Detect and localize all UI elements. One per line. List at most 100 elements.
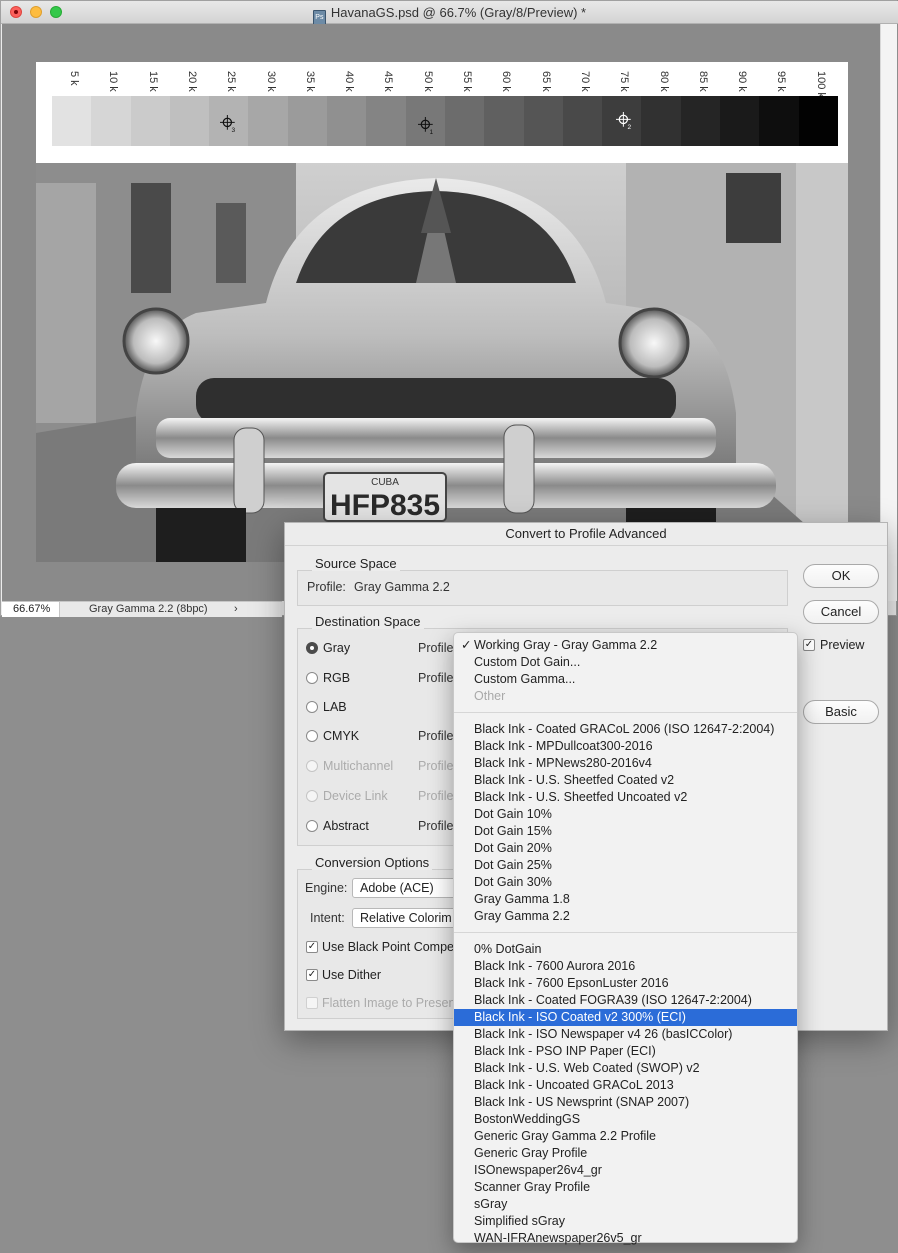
engine-label: Engine: — [305, 881, 348, 895]
preview-label: Preview — [820, 638, 865, 652]
checkmark-icon: ✓ — [461, 638, 472, 652]
menu-item[interactable]: Gray Gamma 2.2 — [454, 908, 797, 925]
menu-item-label: Gray Gamma 1.8 — [474, 892, 570, 906]
radio-lab[interactable] — [306, 701, 318, 713]
menu-item[interactable]: Black Ink - U.S. Sheetfed Coated v2 — [454, 772, 797, 789]
menu-item[interactable]: Black Ink - U.S. Web Coated (SWOP) v2 — [454, 1060, 797, 1077]
window-title-text: HavanaGS.psd @ 66.7% (Gray/8/Preview) * — [330, 5, 587, 20]
menu-item[interactable]: Generic Gray Gamma 2.2 Profile — [454, 1128, 797, 1145]
cancel-button[interactable]: Cancel — [803, 600, 879, 624]
menu-item[interactable]: Black Ink - 7600 Aurora 2016 — [454, 958, 797, 975]
radio-label: Device Link — [323, 789, 388, 803]
profile-label: Profile — [418, 729, 454, 743]
color-sampler-3-icon[interactable]: 3 — [220, 115, 238, 133]
car-photo: CUBA HFP835 — [36, 163, 848, 562]
menu-item-label: Black Ink - PSO INP Paper (ECI) — [474, 1044, 656, 1058]
gray-step — [523, 96, 563, 146]
vertical-scrollbar[interactable] — [880, 24, 897, 601]
menu-item[interactable]: Black Ink - U.S. Sheetfed Uncoated v2 — [454, 789, 797, 806]
menu-item[interactable]: ✓ Working Gray - Gray Gamma 2.2 — [454, 637, 797, 654]
radio-label: Multichannel — [323, 759, 394, 773]
ok-button[interactable]: OK — [803, 564, 879, 588]
menu-item[interactable]: Custom Dot Gain... — [454, 654, 797, 671]
menu-item-label: Scanner Gray Profile — [474, 1180, 591, 1194]
title-bar[interactable]: Ps HavanaGS.psd @ 66.7% (Gray/8/Preview) … — [1, 1, 898, 25]
menu-item[interactable]: Black Ink - US Newsprint (SNAP 2007) — [454, 1094, 797, 1111]
menu-item-label: Dot Gain 25% — [474, 858, 552, 872]
intent-select[interactable]: Relative Colorim — [352, 908, 462, 928]
gray-step — [641, 96, 681, 146]
menu-item[interactable]: Black Ink - 7600 EpsonLuster 2016 — [454, 975, 797, 992]
basic-button[interactable]: Basic — [803, 700, 879, 724]
menu-item-label: Black Ink - Uncoated GRACoL 2013 — [474, 1078, 674, 1092]
menu-item[interactable]: Black Ink - Coated FOGRA39 (ISO 12647-2:… — [454, 992, 797, 1009]
engine-select[interactable]: Adobe (ACE) — [352, 878, 462, 898]
menu-item-label: Black Ink - ISO Newspaper v4 26 (basICCo… — [474, 1027, 733, 1041]
zoom-level-field[interactable]: 66.67% — [2, 602, 60, 617]
radio-gray[interactable] — [306, 642, 318, 654]
menu-item[interactable]: Black Ink - ISO Coated v2 300% (ECI) — [454, 1009, 797, 1026]
menu-item[interactable]: Gray Gamma 1.8 — [454, 891, 797, 908]
menu-item[interactable]: Black Ink - MPNews280-2016v4 — [454, 755, 797, 772]
gray-step — [287, 96, 328, 146]
radio-abstract[interactable] — [306, 820, 318, 832]
preview-checkbox[interactable]: ✓ — [803, 639, 815, 651]
menu-item[interactable]: Custom Gamma... — [454, 671, 797, 688]
menu-item[interactable]: WAN-IFRAnewspaper26v5_gr — [454, 1230, 797, 1247]
status-menu-arrow[interactable]: › — [234, 602, 238, 617]
menu-item-label: WAN-IFRAnewspaper26v5_gr — [474, 1231, 642, 1245]
menu-item[interactable]: Black Ink - Uncoated GRACoL 2013 — [454, 1077, 797, 1094]
status-bar: 66.67% Gray Gamma 2.2 (8bpc) › — [2, 601, 282, 617]
radio-device-link — [306, 790, 318, 802]
menu-item-label: Black Ink - U.S. Sheetfed Coated v2 — [474, 773, 675, 787]
color-sampler-1-icon[interactable]: 1 — [418, 117, 436, 135]
menu-item-label: Black Ink - US Newsprint (SNAP 2007) — [474, 1095, 690, 1109]
menu-item-label: BostonWeddingGS — [474, 1112, 581, 1126]
gray-step — [327, 96, 367, 146]
dither-checkbox[interactable]: ✓ — [306, 969, 318, 981]
gray-step — [484, 96, 524, 146]
menu-item-label: Custom Gamma... — [474, 672, 576, 686]
gray-step — [52, 96, 92, 146]
menu-item[interactable]: 0% DotGain — [454, 941, 797, 958]
menu-item-label: Dot Gain 20% — [474, 841, 552, 855]
radio-rgb[interactable] — [306, 672, 318, 684]
black-point-checkbox[interactable]: ✓ — [306, 941, 318, 953]
gray-step — [562, 96, 603, 146]
gray-step — [366, 96, 406, 146]
menu-item[interactable]: Black Ink - Coated GRACoL 2006 (ISO 1264… — [454, 721, 797, 738]
gray-step — [798, 96, 838, 146]
color-sampler-2-icon[interactable]: 2 — [616, 112, 634, 130]
menu-item[interactable]: Dot Gain 25% — [454, 857, 797, 874]
flatten-label: Flatten Image to Presen — [322, 996, 456, 1010]
menu-item[interactable]: Dot Gain 15% — [454, 823, 797, 840]
plate-country: CUBA — [371, 477, 399, 488]
radio-label: Abstract — [323, 819, 369, 833]
menu-item-label: ISOnewspaper26v4_gr — [474, 1163, 602, 1177]
menu-item[interactable]: Black Ink - MPDullcoat300-2016 — [454, 738, 797, 755]
gray-step — [169, 96, 210, 146]
menu-item[interactable]: sGray — [454, 1196, 797, 1213]
menu-item[interactable]: ISOnewspaper26v4_gr — [454, 1162, 797, 1179]
menu-item[interactable]: Black Ink - PSO INP Paper (ECI) — [454, 1043, 797, 1060]
menu-item[interactable]: Simplified sGray — [454, 1213, 797, 1230]
radio-label: RGB — [323, 671, 351, 685]
menu-item-label: Black Ink - Coated FOGRA39 (ISO 12647-2:… — [474, 993, 752, 1007]
dialog-title: Convert to Profile Advanced — [285, 523, 887, 546]
menu-item[interactable]: BostonWeddingGS — [454, 1111, 797, 1128]
scale-tick-labels: 5 k 10 k 15 k 20 k 25 k 30 k 35 k 40 k 45 k 50 k5… — [52, 71, 838, 98]
destination-space-label: Destination Space — [312, 614, 424, 629]
gray-step — [444, 96, 485, 146]
menu-item[interactable]: Generic Gray Profile — [454, 1145, 797, 1162]
dither-label: Use Dither — [322, 968, 382, 982]
radio-cmyk[interactable] — [306, 730, 318, 742]
menu-item-label: Working Gray - Gray Gamma 2.2 — [474, 638, 658, 652]
menu-item[interactable]: Scanner Gray Profile — [454, 1179, 797, 1196]
radio-label: Gray — [323, 641, 351, 655]
menu-item-label: Black Ink - MPNews280-2016v4 — [474, 756, 652, 770]
menu-item[interactable]: Dot Gain 10% — [454, 806, 797, 823]
menu-item[interactable]: Dot Gain 20% — [454, 840, 797, 857]
menu-item[interactable]: Dot Gain 30% — [454, 874, 797, 891]
menu-item[interactable]: Black Ink - ISO Newspaper v4 26 (basICCo… — [454, 1026, 797, 1043]
gray-step — [680, 96, 721, 146]
